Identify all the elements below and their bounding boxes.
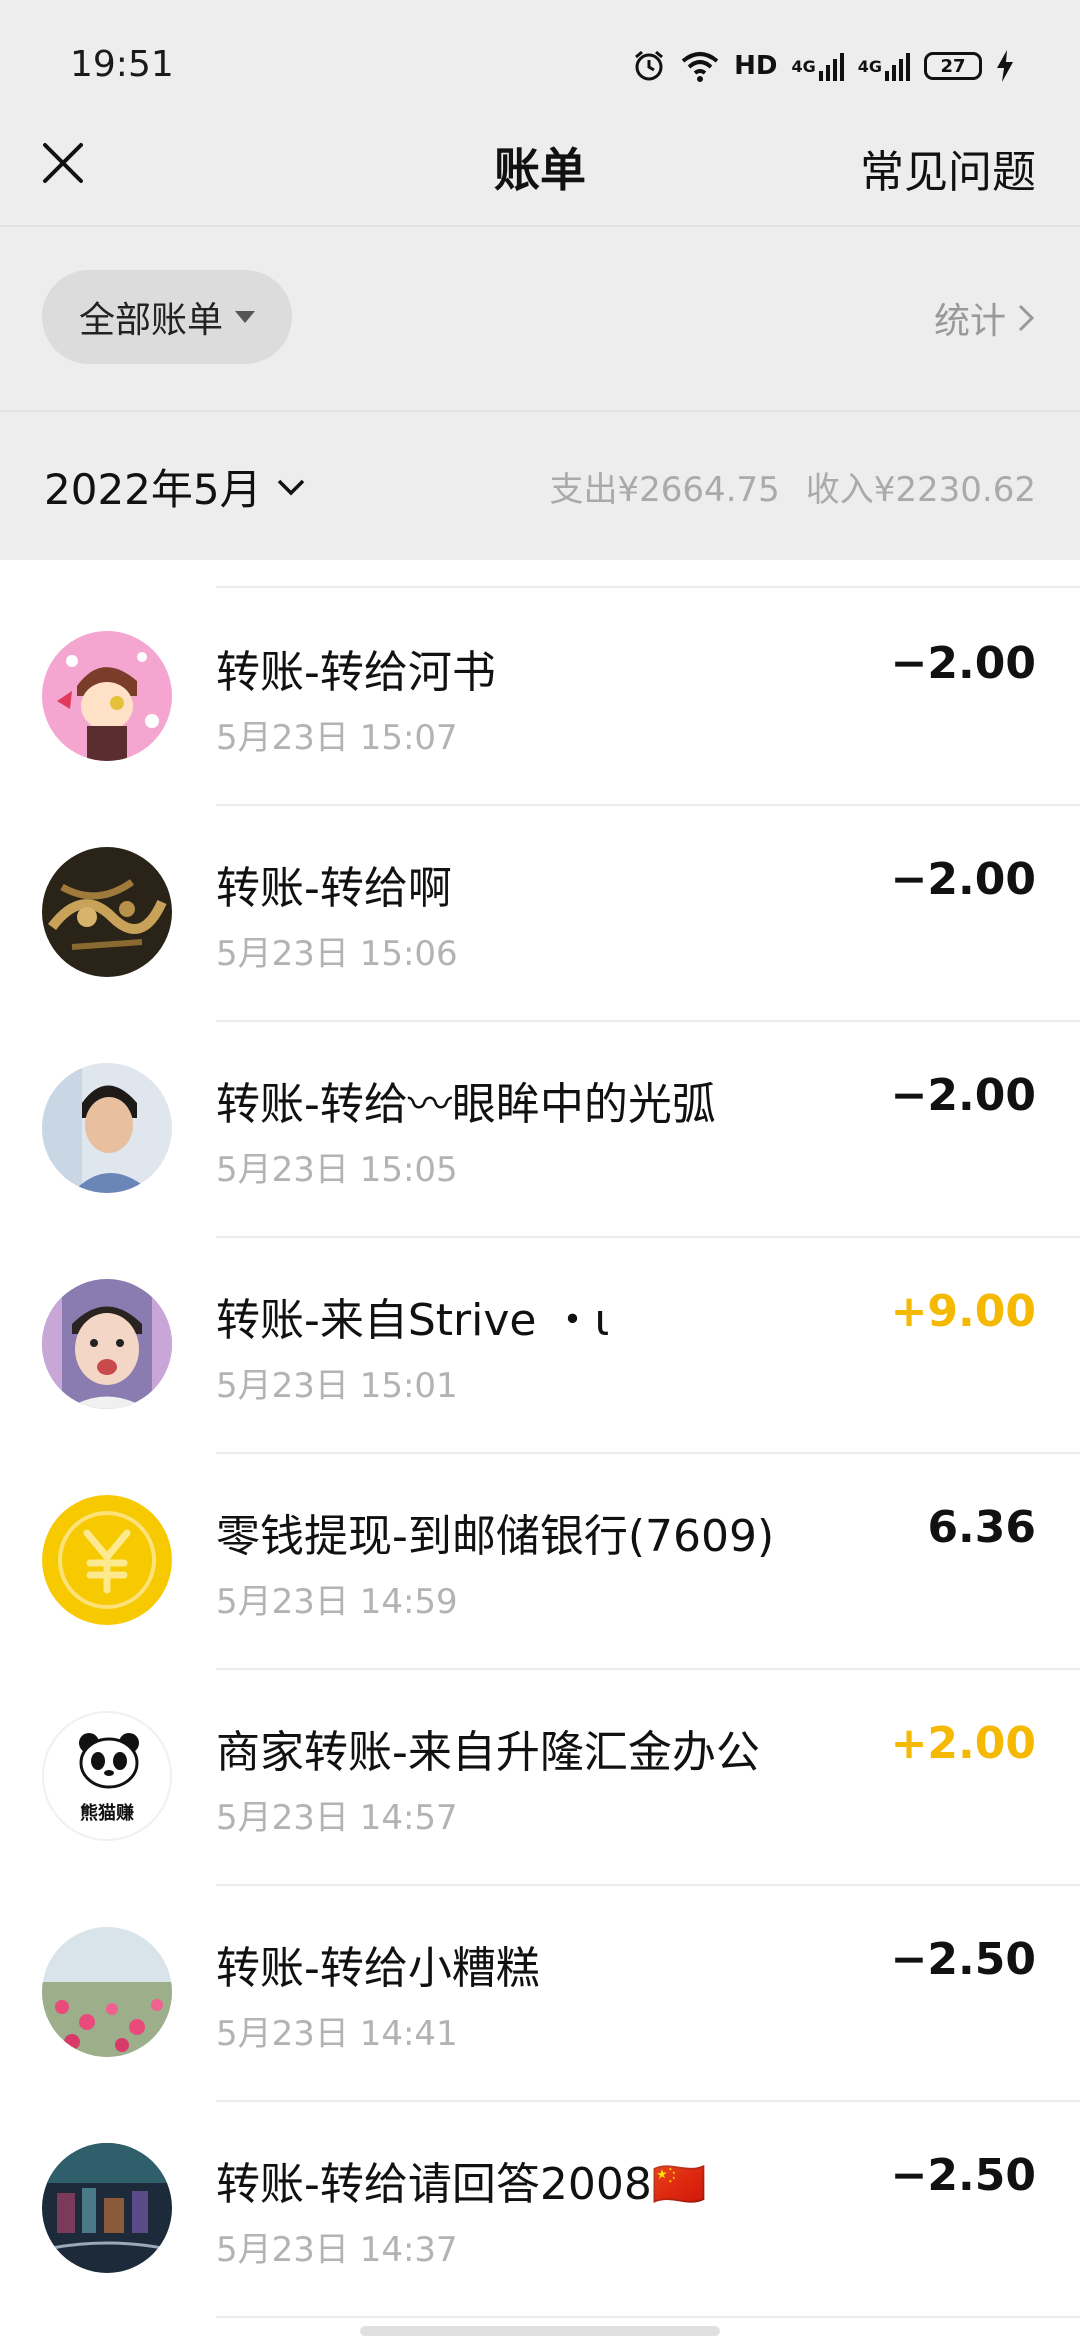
list-item[interactable]: 转账-转给请回答2008🇨🇳 5月23日 14:37 −2.50	[0, 2102, 1080, 2318]
child-photo-avatar	[42, 1279, 172, 1409]
charging-icon	[996, 49, 1014, 83]
transaction-time: 5月23日 14:37	[216, 2230, 458, 2270]
yuan-coin-icon	[42, 1495, 172, 1625]
divider	[0, 225, 1080, 227]
month-selector[interactable]: 2022年5月	[44, 456, 306, 517]
panda-logo-text: 熊猫赚	[80, 1803, 134, 1824]
flowers-photo-avatar	[42, 1927, 172, 2057]
person-photo-avatar	[42, 1063, 172, 1193]
transaction-title: 转账-转给〰眼眸中的光弧	[216, 1079, 716, 1130]
income-total: 收入¥2230.62	[805, 470, 1036, 510]
transaction-title: 转账-转给河书	[216, 647, 496, 698]
transaction-amount: 6.36	[927, 1502, 1036, 1553]
nav-bar: 账单 常见问题	[0, 110, 1080, 226]
divider	[216, 2316, 1080, 2318]
bill-filter-label: 全部账单	[78, 300, 223, 341]
transaction-time: 5月23日 15:07	[216, 718, 458, 758]
list-item[interactable]: 熊猫赚 商家转账-来自升隆汇金办公 5月23日 14:57 +2.00	[0, 1670, 1080, 1886]
battery-icon: 27	[924, 49, 982, 83]
expense-total: 支出¥2664.75	[549, 470, 780, 510]
transaction-amount: −2.00	[890, 1070, 1036, 1121]
signal-icon-1: 4G	[791, 49, 844, 83]
transaction-title: 商家转账-来自升隆汇金办公	[216, 1727, 760, 1778]
transaction-title: 转账-转给请回答2008🇨🇳	[216, 2159, 707, 2210]
list-item[interactable]: 转账-转给河书 5月23日 15:07 −2.00	[0, 590, 1080, 806]
status-time: 19:51	[70, 44, 174, 85]
caret-down-icon	[235, 311, 255, 323]
list-item[interactable]: 转账-转给啊 5月23日 15:06 −2.00	[0, 806, 1080, 1022]
transaction-time: 5月23日 14:59	[216, 1582, 458, 1622]
transaction-time: 5月23日 14:57	[216, 1798, 458, 1838]
transaction-amount: +9.00	[890, 1286, 1036, 1337]
transaction-amount: −2.00	[890, 638, 1036, 689]
divider	[0, 410, 1080, 412]
transaction-title: 转账-转给啊	[216, 863, 452, 914]
list-item[interactable]: 转账-来自Strive ・ι 5月23日 15:01 +9.00	[0, 1238, 1080, 1454]
chevron-down-icon	[277, 479, 304, 495]
transaction-time: 5月23日 15:01	[216, 1366, 458, 1406]
bill-filter-dropdown[interactable]: 全部账单	[42, 270, 292, 364]
list-item[interactable]: 零钱提现-到邮储银行(7609) 5月23日 14:59 6.36	[0, 1454, 1080, 1670]
transaction-amount: −2.50	[890, 1934, 1036, 1985]
transaction-amount: −2.50	[890, 2150, 1036, 2201]
faq-link[interactable]: 常见问题	[860, 136, 1036, 200]
hd-label: HD	[734, 51, 778, 81]
transaction-time: 5月23日 15:06	[216, 934, 458, 974]
transaction-amount: +2.00	[890, 1718, 1036, 1769]
cartoon-avatar	[42, 631, 172, 761]
transaction-time: 5月23日 14:41	[216, 2014, 458, 2054]
month-summary: 支出¥2664.75 收入¥2230.62	[550, 462, 1036, 511]
divider	[216, 586, 1080, 588]
status-icons: HD 4G 4G 27	[632, 46, 1014, 86]
transaction-time: 5月23日 15:05	[216, 1150, 458, 1190]
stats-link[interactable]: 统计	[934, 292, 1034, 344]
dark-photo-avatar	[42, 847, 172, 977]
transaction-amount: −2.00	[890, 854, 1036, 905]
chevron-right-icon	[1018, 304, 1034, 332]
panda-logo: 熊猫赚	[42, 1711, 172, 1841]
home-indicator[interactable]	[360, 2326, 720, 2336]
transaction-title: 转账-来自Strive ・ι	[216, 1295, 610, 1346]
alarm-icon	[632, 49, 666, 83]
stats-label: 统计	[933, 301, 1006, 342]
transaction-title: 零钱提现-到邮储银行(7609)	[216, 1511, 775, 1562]
transaction-title: 转账-转给小糟糕	[216, 1943, 540, 1994]
list-item[interactable]: 转账-转给〰眼眸中的光弧 5月23日 15:05 −2.00	[0, 1022, 1080, 1238]
signal-icon-2: 4G	[858, 49, 910, 83]
month-label: 2022年5月	[44, 465, 262, 514]
city-photo-avatar	[42, 2143, 172, 2273]
wifi-icon	[680, 49, 720, 83]
list-item[interactable]: 转账-转给小糟糕 5月23日 14:41 −2.50	[0, 1886, 1080, 2102]
